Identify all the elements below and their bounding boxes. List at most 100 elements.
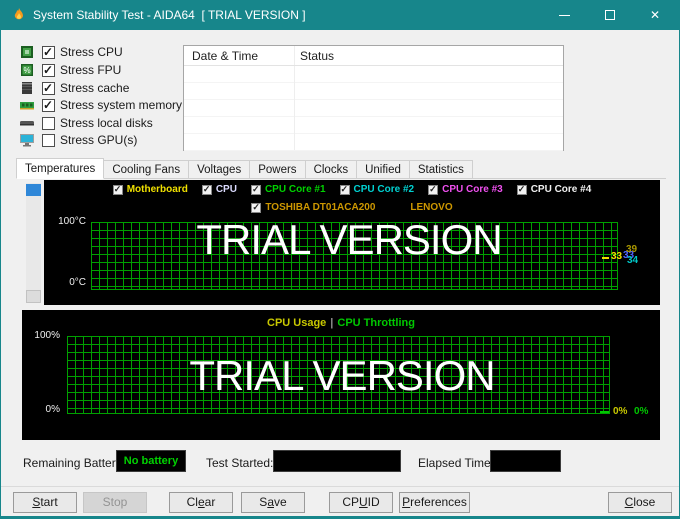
tab-unified[interactable]: Unified — [356, 160, 410, 179]
tab-powers[interactable]: Powers — [249, 160, 306, 179]
minimize-icon — [559, 15, 570, 16]
temp-axis-max: 100°C — [58, 216, 86, 227]
legend-checkbox[interactable]: ✓ — [201, 184, 212, 195]
stress-fpu-checkbox[interactable]: ✓ — [42, 63, 55, 77]
start-button[interactable]: Start — [13, 492, 77, 513]
close-icon: ✕ — [650, 8, 661, 22]
legend-separator: | — [330, 317, 334, 329]
memory-icon — [20, 102, 34, 110]
stress-option-label: Stress FPU — [60, 63, 122, 77]
usage-legend: CPU Usage | CPU Throttling — [22, 317, 660, 329]
preferences-button[interactable]: Preferences — [399, 492, 470, 513]
table-row — [184, 100, 563, 117]
elapsed-time-label: Elapsed Time: — [418, 456, 495, 470]
stress-cache-checkbox[interactable]: ✓ — [42, 81, 55, 95]
legend-checkbox[interactable]: ✓ — [250, 184, 261, 195]
stress-option-cpu: ✓ Stress CPU — [19, 44, 123, 60]
legend-checkbox[interactable]: ✓ — [516, 184, 527, 195]
legend-checkbox[interactable]: ✓ — [112, 184, 123, 195]
temp-legend-row-1: ✓ Motherboard ✓ CPU ✓ CPU Core #1 ✓ CPU Core… — [44, 184, 660, 195]
maximize-button[interactable] — [587, 0, 633, 30]
legend-cpu-throttling: CPU Throttling — [337, 317, 415, 329]
column-header-status[interactable]: Status — [300, 49, 334, 63]
tab-voltages[interactable]: Voltages — [188, 160, 251, 179]
battery-value: No battery — [123, 455, 179, 467]
titlebar: System Stability Test - AIDA64 [ TRIAL V… — [1, 0, 679, 30]
clear-button[interactable]: Clear — [169, 492, 233, 513]
current-temp-value: 34 — [627, 255, 639, 266]
battery-value-box: No battery — [116, 450, 186, 472]
legend-motherboard[interactable]: ✓ Motherboard — [112, 184, 188, 195]
cpuid-button[interactable]: CPUID — [329, 492, 393, 513]
table-row — [184, 66, 563, 83]
elapsed-time-value-box — [490, 450, 561, 472]
trial-watermark: TRIAL VERSION — [189, 352, 495, 399]
svg-text:%: % — [23, 66, 30, 75]
maximize-icon — [605, 10, 615, 20]
tab-statistics[interactable]: Statistics — [408, 160, 473, 179]
current-throttle-value: 0% — [634, 406, 649, 417]
gpu-icon — [20, 134, 34, 147]
app-window: System Stability Test - AIDA64 [ TRIAL V… — [0, 0, 680, 519]
cpu-icon — [21, 46, 33, 58]
close-window-button[interactable]: ✕ — [633, 0, 679, 30]
current-usage-value: 0% — [613, 406, 628, 417]
scrollbar-thumb[interactable] — [26, 184, 41, 196]
table-row — [184, 117, 563, 134]
legend-checkbox[interactable]: ✓ — [251, 202, 262, 213]
legend-cpu-core-4[interactable]: ✓ CPU Core #4 — [516, 184, 591, 195]
battery-label: Remaining Battery: — [23, 456, 126, 470]
stop-button[interactable]: Stop — [83, 492, 147, 513]
legend-cpu[interactable]: ✓ CPU — [201, 184, 237, 195]
table-row — [184, 83, 563, 100]
legend-cpu-core-2[interactable]: ✓ CPU Core #2 — [339, 184, 414, 195]
legend-checkbox[interactable]: ✓ — [428, 184, 439, 195]
legend-cpu-core-1[interactable]: ✓ CPU Core #1 — [250, 184, 326, 195]
tab-temperatures[interactable]: Temperatures — [16, 158, 105, 179]
cpu-usage-graph: CPU Usage | CPU Throttling 100% 0% TRIAL… — [22, 310, 660, 440]
stress-gpu-checkbox[interactable]: ✓ — [42, 133, 55, 147]
stress-option-gpu: ✓ Stress GPU(s) — [19, 132, 137, 148]
tab-divider — [16, 178, 666, 179]
table-row — [184, 134, 563, 151]
aida64-flame-icon — [14, 8, 23, 20]
tab-clocks[interactable]: Clocks — [304, 160, 358, 179]
table-header: Date & Time Status — [184, 46, 563, 66]
stress-option-memory: ✓ Stress system memory — [19, 97, 182, 113]
scrollbar-button[interactable] — [26, 290, 41, 303]
test-started-label: Test Started: — [206, 456, 274, 470]
current-temp-value: 33 — [611, 251, 623, 262]
cache-icon — [22, 82, 32, 94]
save-button[interactable]: Save — [241, 492, 305, 513]
stress-option-fpu: % ✓ Stress FPU — [19, 62, 121, 78]
stress-option-label: Stress GPU(s) — [60, 133, 138, 147]
legend-lenovo: LENOVO — [410, 202, 453, 213]
stress-option-label: Stress CPU — [60, 45, 123, 59]
legend-checkbox[interactable]: ✓ — [339, 184, 350, 195]
window-title: System Stability Test - AIDA64 [ TRIAL V… — [33, 8, 306, 22]
stress-option-label: Stress local disks — [60, 116, 153, 130]
usage-axis-max: 100% — [34, 330, 60, 341]
series-end-marker — [602, 257, 609, 259]
stress-disks-checkbox[interactable]: ✓ — [42, 116, 55, 130]
column-header-datetime[interactable]: Date & Time — [192, 49, 258, 63]
minimize-button[interactable] — [541, 0, 587, 30]
trial-watermark: TRIAL VERSION — [196, 216, 502, 263]
button-separator — [1, 486, 679, 487]
series-end-marker — [600, 411, 609, 413]
close-button[interactable]: Close — [608, 492, 672, 513]
graph-tabs: Temperatures Cooling Fans Voltages Power… — [16, 158, 473, 179]
stress-option-disks: ✓ Stress local disks — [19, 115, 153, 131]
tab-cooling-fans[interactable]: Cooling Fans — [103, 160, 190, 179]
legend-cpu-core-3[interactable]: ✓ CPU Core #3 — [428, 184, 503, 195]
stress-cpu-checkbox[interactable]: ✓ — [42, 45, 55, 59]
stress-option-label: Stress cache — [60, 81, 130, 95]
temp-legend-row-2: ✓ TOSHIBA DT01ACA200 LENOVO — [44, 202, 660, 213]
legend-toshiba-disk[interactable]: ✓ TOSHIBA DT01ACA200 — [251, 202, 375, 213]
graph-scrollbar[interactable] — [26, 183, 41, 303]
stress-option-label: Stress system memory — [60, 98, 183, 112]
stress-memory-checkbox[interactable]: ✓ — [42, 98, 55, 112]
event-log-table: Date & Time Status — [183, 45, 564, 151]
disk-icon — [20, 121, 34, 126]
test-started-value-box — [273, 450, 401, 472]
